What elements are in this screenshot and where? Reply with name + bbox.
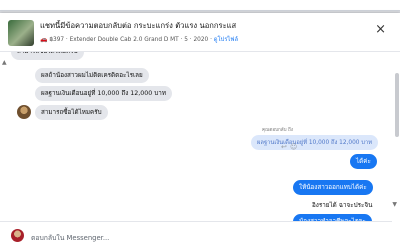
chat-panel: แชทนี้มีข้อความตอบกลับต่อ กระบะแกร่ง ตัว… (0, 13, 400, 250)
listing-details: ฿397 · Extender Double Cab 2.0 Grand D M… (49, 37, 185, 43)
message-outgoing: ได้ค่ะ (350, 154, 377, 169)
message-incoming: ผลถ้าน้องสาวผมไม่ติดเครดิตอะไรเลย (35, 68, 149, 83)
reply-input[interactable]: ตอบกลับใน Messenger... (31, 232, 109, 243)
message-incoming: สามารถซื้อได้ไหมครับ (11, 52, 84, 60)
listing-subtitle: 🚗 ฿397 · Extender Double Cab 2.0 Grand D… (40, 34, 238, 44)
car-icon: 🚗 (40, 36, 48, 43)
reply-icon[interactable]: ↩ (281, 143, 287, 151)
top-strip (0, 0, 400, 11)
message-outgoing: ให้น้องสาวออกแทบได้ค่ะ (293, 180, 373, 195)
chat-header: แชทนี้มีข้อความตอบกลับต่อ กระบะแกร่ง ตัว… (0, 13, 400, 52)
emoji-icon[interactable]: ☺ (290, 143, 297, 151)
scrollbar-thumb[interactable] (395, 73, 399, 137)
message-list[interactable]: สามารถซื้อได้ไหมครับ ผลถ้าน้องสาวผมไม่ติ… (0, 52, 400, 222)
message-outgoing-text: อิงรายได้ ฉาจะประจิน (312, 202, 373, 209)
user-avatar (11, 229, 24, 242)
message-incoming: สามารถซื้อได้ไหมครับ (35, 105, 108, 120)
chat-title: แชทนี้มีข้อความตอบกลับต่อ กระบะแกร่ง ตัว… (40, 21, 237, 30)
composer-divider (0, 221, 392, 222)
contact-avatar (17, 105, 31, 119)
quoted-message: ผลฐานเงินเดือนอยู่ที่ 10,000 ถึง 12,000 … (251, 135, 379, 150)
listing-year: 5 · 2020 · (184, 37, 214, 43)
message-incoming: ผลฐานเงินเดือนอยู่ที่ 10,000 ถึง 12,000 … (35, 86, 172, 101)
reply-context-label: คุณตอบกลับ ถึง (262, 128, 293, 133)
listing-thumbnail[interactable] (8, 20, 34, 46)
view-profile-link[interactable]: ดูโปรไฟล์ (214, 37, 238, 43)
scroll-up-arrow[interactable]: ▲ (2, 59, 7, 66)
scroll-down-arrow[interactable]: ▼ (392, 201, 397, 208)
close-icon[interactable]: × (375, 23, 386, 37)
